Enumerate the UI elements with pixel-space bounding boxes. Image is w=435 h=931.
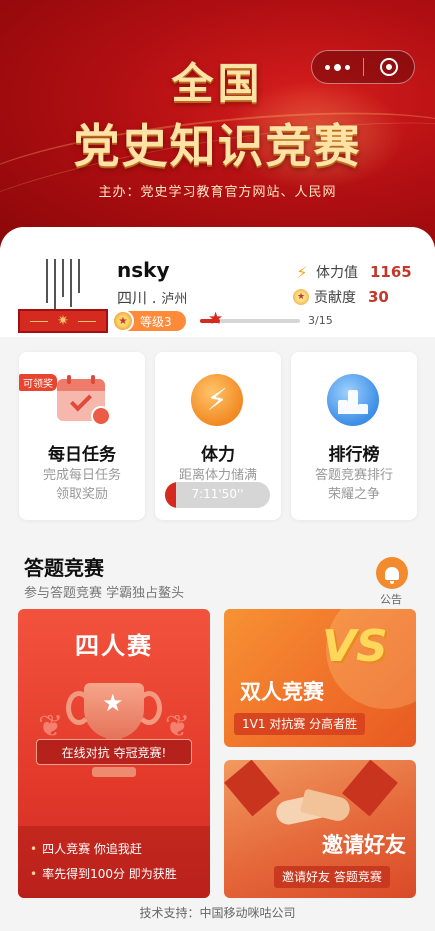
handshake-icon xyxy=(274,788,353,828)
podium-icon xyxy=(327,374,379,426)
four-player-title: 四人赛 xyxy=(75,632,153,660)
stamina-card-sub1: 距离体力储满 xyxy=(178,468,257,483)
ranking-title: 排行榜 xyxy=(328,445,380,465)
coin-icon: ★ xyxy=(293,289,309,305)
organizer-text: 主办：党史学习教育官方网站、人民网 xyxy=(98,185,337,200)
daily-task-sub2: 领取奖励 xyxy=(55,487,108,502)
stamina-card-title: 体力 xyxy=(201,445,235,465)
stamina-timer-bar: 7:11'50'' xyxy=(165,482,270,508)
username: nsky xyxy=(117,258,170,282)
stamina-label: 体力值 xyxy=(316,265,358,281)
sleeve-decoration xyxy=(342,760,398,817)
four-player-match-card[interactable]: 四人赛 ❦ ❦ ★ 在线对抗 夺冠竞赛! 四人竞赛 你追我赶 率先得到100分 … xyxy=(18,609,210,898)
header-banner: 全国 党史知识竞赛 主办：党史学习教育官方网站、人民网 xyxy=(0,0,435,250)
sleeve-decoration xyxy=(224,760,280,817)
two-player-title: 双人竞赛 xyxy=(240,680,324,704)
lightning-icon: ⚡ xyxy=(296,262,308,282)
stamina-stat: ⚡ 体力值 1165 xyxy=(293,262,412,282)
four-player-info-panel xyxy=(18,826,210,898)
two-player-match-card[interactable]: VS 双人竞赛 1V1 对抗赛 分高者胜 xyxy=(224,609,416,747)
contribution-value: 30 xyxy=(368,288,389,306)
progress-star-icon: ★ xyxy=(208,309,224,329)
location-province: 四川 xyxy=(117,289,148,307)
level-label: 等级3 xyxy=(140,314,172,329)
four-player-line-2: 率先得到100分 即为获胜 xyxy=(30,865,177,882)
location-city: 泸州 xyxy=(161,292,188,307)
stamina-value: 1165 xyxy=(370,263,412,281)
reward-tag: 可领奖 xyxy=(19,374,57,391)
footer-credit: 技术支持：中国移动咪咕公司 xyxy=(139,906,296,920)
contribution-label: 贡献度 xyxy=(314,290,356,306)
ribbon-star-icon: ✷ xyxy=(57,313,69,329)
four-player-line-1: 四人竞赛 你追我赶 xyxy=(30,840,142,857)
location: 四川 . 泸州 xyxy=(117,287,187,308)
notice-label[interactable]: 公告 xyxy=(380,591,402,607)
invite-sub: 邀请好友 答题竞赛 xyxy=(274,866,390,888)
daily-task-title: 每日任务 xyxy=(48,445,116,465)
title-line-2: 党史知识竞赛 xyxy=(73,119,362,173)
section-title: 答题竞赛 xyxy=(24,556,104,580)
location-dot: . xyxy=(151,289,157,307)
avatar[interactable] xyxy=(38,255,88,315)
two-player-sub: 1V1 对抗赛 分高者胜 xyxy=(234,713,366,735)
section-subtitle: 参与答题竞赛 学霸独占鳌头 xyxy=(24,586,185,601)
miniprogram-capsule xyxy=(311,50,415,84)
lightning-icon: ⚡ xyxy=(191,374,243,426)
level-badge: ★ 等级3 xyxy=(112,310,186,332)
vs-icon: VS xyxy=(322,621,388,672)
daily-task-sub1: 完成每日任务 xyxy=(42,468,121,483)
trophy-base xyxy=(92,767,136,777)
stamina-timer-text: 7:11'50'' xyxy=(191,487,244,501)
close-target-icon[interactable] xyxy=(363,51,414,83)
bell-icon[interactable] xyxy=(376,557,408,589)
avatar-ribbon: ✷ xyxy=(18,309,108,333)
four-player-slogan: 在线对抗 夺冠竞赛! xyxy=(36,739,192,765)
star-icon: ★ xyxy=(102,689,124,717)
ranking-sub2: 荣耀之争 xyxy=(327,487,380,502)
invite-friends-card[interactable]: 邀请好友 邀请好友 答题竞赛 xyxy=(224,760,416,898)
calendar-check-icon xyxy=(57,375,111,426)
more-dots-icon[interactable] xyxy=(312,51,363,83)
contribution-stat: ★ 贡献度 30 xyxy=(293,287,389,307)
invite-title: 邀请好友 xyxy=(322,833,406,857)
ranking-sub1: 答题竞赛排行 xyxy=(314,468,393,483)
level-progress-text: 3/15 xyxy=(308,314,333,327)
medal-icon: ★ xyxy=(112,310,134,332)
